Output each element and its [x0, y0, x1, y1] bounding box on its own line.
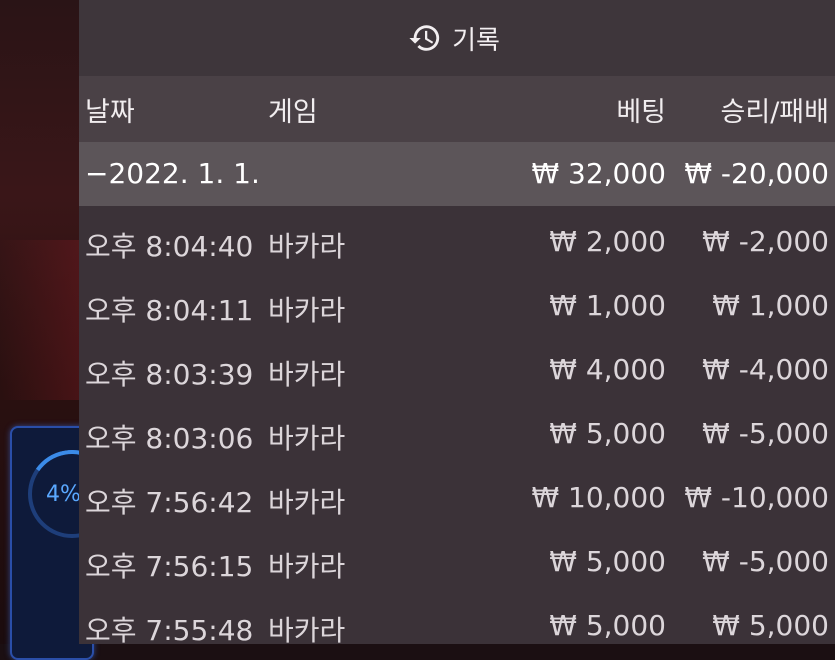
table-row: 오후 7:56:42 바카라 ₩ 10,000 ₩ -10,000 — [79, 466, 835, 530]
row-game: 바카라 — [268, 358, 346, 391]
row-game: 바카라 — [268, 294, 346, 327]
panel-header: 기록 — [79, 0, 835, 76]
row-result: ₩ -2,000 — [702, 225, 829, 258]
row-result: ₩ -4,000 — [702, 353, 829, 386]
table-row: 오후 8:03:39 바카라 ₩ 4,000 ₩ -4,000 — [79, 338, 835, 402]
row-time: 오후 7:56:42 — [85, 486, 254, 519]
column-header: 날짜 게임 베팅 승리/패배 — [79, 76, 835, 142]
group-result-total: ₩ -20,000 — [684, 157, 829, 190]
row-bet: ₩ 5,000 — [549, 609, 666, 642]
row-time: 오후 8:03:39 — [85, 358, 254, 391]
row-result: ₩ 5,000 — [712, 609, 829, 642]
table-row: 오후 7:55:48 바카라 ₩ 5,000 ₩ 5,000 — [79, 594, 835, 658]
table-row: 오후 8:03:06 바카라 ₩ 5,000 ₩ -5,000 — [79, 402, 835, 466]
history-icon — [409, 25, 440, 51]
row-bet: ₩ 5,000 — [549, 545, 666, 578]
panel-title-group: 기록 — [408, 20, 500, 57]
row-bet: ₩ 10,000 — [531, 481, 666, 514]
date-group-row[interactable]: −2022. 1. 1. ₩ 32,000 ₩ -20,000 — [79, 142, 835, 206]
column-bet: 베팅 — [616, 97, 666, 128]
group-bet-total: ₩ 32,000 — [531, 157, 666, 190]
row-result: ₩ -10,000 — [684, 481, 829, 514]
row-bet: ₩ 1,000 — [549, 289, 666, 322]
table-row: 오후 7:56:15 바카라 ₩ 5,000 ₩ -5,000 — [79, 530, 835, 594]
row-time: 오후 8:04:11 — [85, 294, 254, 327]
row-bet: ₩ 5,000 — [549, 417, 666, 450]
row-time: 오후 7:55:48 — [85, 614, 254, 647]
table-row: 오후 8:04:11 바카라 ₩ 1,000 ₩ 1,000 — [79, 274, 835, 338]
row-game: 바카라 — [268, 422, 346, 455]
column-date: 날짜 — [85, 97, 135, 128]
progress-percent: 4% — [46, 482, 81, 507]
row-game: 바카라 — [268, 550, 346, 583]
row-bet: ₩ 2,000 — [549, 225, 666, 258]
row-result: ₩ 1,000 — [712, 289, 829, 322]
group-date: −2022. 1. 1. — [85, 157, 260, 190]
row-game: 바카라 — [268, 230, 346, 263]
background-glow — [0, 240, 80, 400]
row-time: 오후 8:04:40 — [85, 230, 254, 263]
table-row: 오후 8:04:40 바카라 ₩ 2,000 ₩ -2,000 — [79, 210, 835, 274]
row-result: ₩ -5,000 — [702, 417, 829, 450]
row-game: 바카라 — [268, 486, 346, 519]
row-game: 바카라 — [268, 614, 346, 647]
column-result: 승리/패배 — [720, 97, 829, 128]
row-result: ₩ -5,000 — [702, 545, 829, 578]
row-time: 오후 7:56:15 — [85, 550, 254, 583]
column-game: 게임 — [268, 97, 318, 128]
row-time: 오후 8:03:06 — [85, 422, 254, 455]
row-bet: ₩ 4,000 — [549, 353, 666, 386]
history-panel: 기록 날짜 게임 베팅 승리/패배 −2022. 1. 1. ₩ 32,000 … — [79, 0, 835, 647]
page-title: 기록 — [452, 25, 500, 56]
